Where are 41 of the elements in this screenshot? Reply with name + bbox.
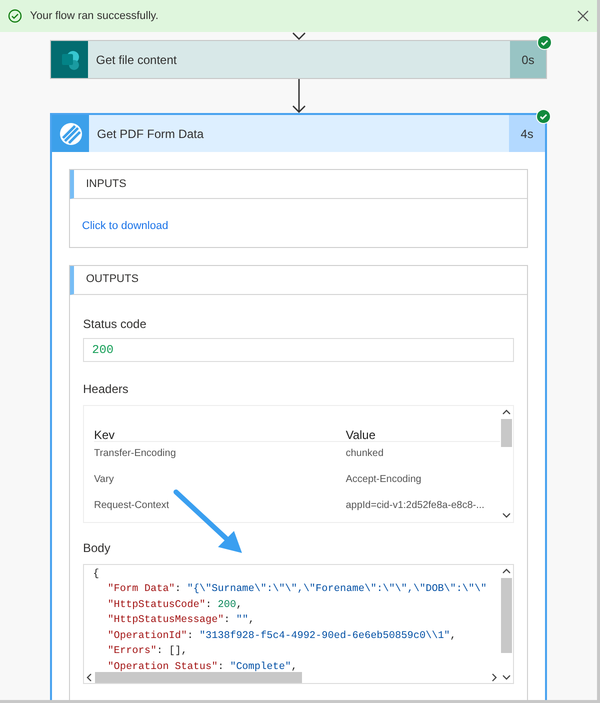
json-line: "HttpStatusCode": 200, xyxy=(106,598,244,613)
json-line: "Operation Status": "Complete", xyxy=(106,660,298,672)
success-icon xyxy=(8,9,22,23)
column-header: Kev xyxy=(94,426,116,444)
duration-label: 0s xyxy=(510,41,546,78)
duration-label: 4s xyxy=(509,115,545,152)
scroll-left-icon[interactable] xyxy=(86,672,93,682)
table-cell-text: Request-Context xyxy=(94,498,170,512)
status-code-field: 200 xyxy=(83,338,514,362)
scrollbar-thumb[interactable] xyxy=(95,672,302,682)
scroll-up-icon[interactable] xyxy=(502,568,511,574)
close-icon xyxy=(577,10,589,22)
scroll-right-icon[interactable] xyxy=(491,672,498,682)
field-label: Status code xyxy=(83,316,148,332)
download-link[interactable]: Click to download xyxy=(82,220,168,232)
json-line: "OperationId": "3138f928-f5c4-4992-90ed-6e6eb50859c0\\1", xyxy=(106,630,458,644)
column-header: Value xyxy=(346,426,377,444)
json-brace: { xyxy=(93,568,100,580)
table-cell-text: chunked xyxy=(346,446,385,460)
table-cell-text: Transfer-Encoding xyxy=(94,446,177,460)
banner-message: Your flow ran successfully. xyxy=(30,8,160,24)
section-heading: OUTPUTS xyxy=(70,266,527,294)
field-label: Body xyxy=(83,540,112,556)
scroll-down-icon[interactable] xyxy=(502,512,511,518)
scrollbar-thumb[interactable] xyxy=(501,418,512,446)
action-title[interactable]: Get file content xyxy=(88,41,510,78)
scroll-down-icon[interactable] xyxy=(502,674,511,680)
field-label: Headers xyxy=(83,380,130,398)
close-button[interactable] xyxy=(577,10,589,22)
table-cell-text: Vary xyxy=(94,472,115,486)
table-cell-text: Accept-Encoding xyxy=(346,472,422,486)
json-line: "Form Data": "{\"Surname\":\"\",\"Forename\":\"\",\"DOB\":\"\" xyxy=(106,582,488,598)
section-heading: INPUTS xyxy=(70,170,527,199)
action-title[interactable]: Get PDF Form Data xyxy=(89,115,509,152)
json-line: "HttpStatusMessage": "", xyxy=(106,614,256,628)
striped-circle-icon xyxy=(58,122,82,146)
scrollbar-thumb[interactable] xyxy=(501,578,512,652)
scroll-up-icon[interactable] xyxy=(502,408,511,416)
table-cell-text: appId=cid-v1:2d52fe8a-e8c8-... xyxy=(346,498,486,512)
json-line: "Errors": [], xyxy=(106,644,188,660)
connector-arrow xyxy=(292,79,306,113)
